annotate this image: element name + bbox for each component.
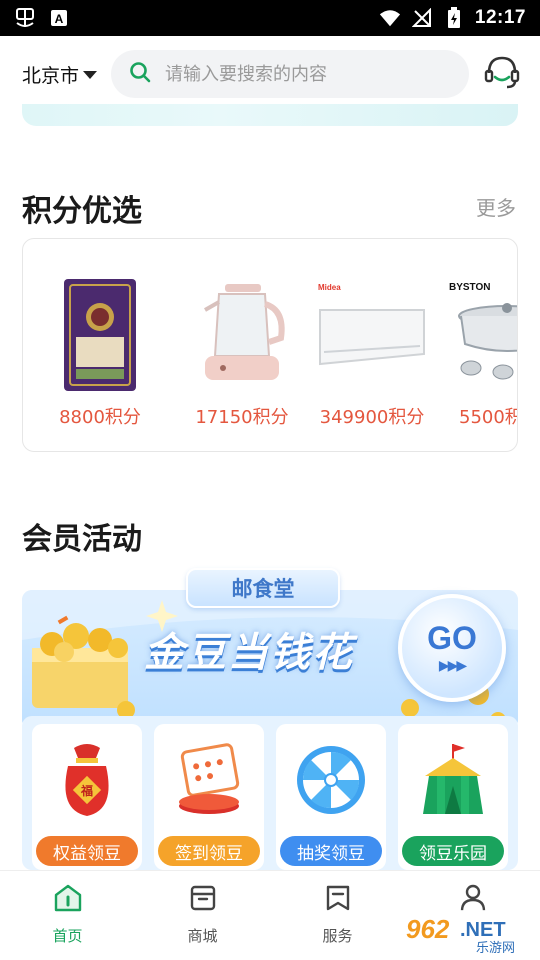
- product-price: 17150积分: [195, 407, 289, 428]
- activity-grid: 福 权益领豆 签到领豆 抽奖领豆 领豆乐园: [22, 716, 518, 870]
- activity-card-benefit-beans[interactable]: 福 权益领豆: [32, 724, 142, 870]
- search-bar[interactable]: [111, 50, 470, 98]
- bookmark-service-icon: [323, 883, 353, 917]
- city-label: 北京市: [22, 64, 80, 87]
- points-product-carousel[interactable]: 8800积分 17150积分 Midea 349900积分 BYSTON 550…: [22, 238, 518, 452]
- watermark-net: .NET: [460, 919, 506, 941]
- prize-wheel-icon: [291, 740, 371, 820]
- activity-card-checkin-beans[interactable]: 签到领豆: [154, 724, 264, 870]
- go-label: GO: [427, 620, 477, 656]
- product-card-kettle[interactable]: 17150积分: [177, 239, 307, 451]
- caret-down-icon: [83, 71, 98, 79]
- calendar-checkin-icon: [169, 740, 249, 820]
- product-price: 8800积分: [59, 407, 141, 428]
- search-input[interactable]: [165, 63, 452, 85]
- tent-icon: [413, 740, 493, 820]
- nav-service[interactable]: 服务: [270, 871, 405, 960]
- status-bar: A 12:17: [0, 0, 540, 36]
- font-a-icon: A: [48, 7, 70, 29]
- headset-icon: [483, 53, 521, 95]
- activity-section-title: 会员活动: [22, 522, 142, 557]
- top-header: 北京市: [0, 36, 540, 112]
- activity-pill: 签到领豆: [158, 836, 260, 866]
- customer-service-button[interactable]: [482, 54, 522, 94]
- search-icon: [129, 61, 151, 87]
- app-notification-icon: [14, 7, 36, 29]
- product-price: 5500积分: [459, 407, 517, 428]
- svg-text:A: A: [55, 12, 64, 26]
- rice-bag-image: [50, 273, 150, 397]
- go-button[interactable]: GO ▶▶▶: [398, 594, 506, 702]
- triple-arrow-icon: ▶▶▶: [438, 658, 467, 674]
- nav-label: 首页: [52, 927, 83, 945]
- wifi-icon: [379, 7, 401, 29]
- product-card-rice[interactable]: 8800积分: [23, 239, 177, 451]
- product-card-air-conditioner[interactable]: Midea 349900积分: [307, 239, 437, 451]
- site-watermark-logo: 962 .NET 乐游网: [402, 908, 536, 956]
- activity-card-lottery-beans[interactable]: 抽奖领豆: [276, 724, 386, 870]
- battery-charging-icon: [443, 7, 465, 29]
- product-price: 349900积分: [319, 407, 425, 428]
- watermark-sub: 乐游网: [476, 941, 515, 956]
- no-signal-icon: [411, 7, 433, 29]
- activity-pill: 权益领豆: [36, 836, 138, 866]
- banner-headline: 金豆当钱花: [144, 630, 354, 676]
- nav-home[interactable]: 首页: [0, 871, 135, 960]
- watermark-digits: 962: [406, 914, 450, 944]
- clock-time: 12:17: [474, 7, 526, 28]
- top-banner-edge[interactable]: [22, 104, 518, 126]
- nav-label: 服务: [322, 927, 353, 945]
- mall-box-icon: [188, 883, 218, 917]
- brand-logo-midea: Midea: [318, 283, 341, 292]
- product-card-steamer[interactable]: BYSTON 5500积分: [437, 239, 517, 451]
- air-conditioner-image: Midea: [314, 273, 430, 397]
- brand-logo-byston: BYSTON: [449, 282, 491, 293]
- lucky-bag-icon: 福: [47, 740, 127, 820]
- activity-card-bean-park[interactable]: 领豆乐园: [398, 724, 508, 870]
- nav-label: 商城: [187, 927, 218, 945]
- banner-tab-label: 邮食堂: [186, 568, 340, 608]
- home-icon: [53, 883, 83, 917]
- nav-mall[interactable]: 商城: [135, 871, 270, 960]
- activity-pill: 抽奖领豆: [280, 836, 382, 866]
- member-activity-block: 金豆当钱花 邮食堂 GO ▶▶▶ 福 权益领豆 签到领豆 抽奖领豆 领豆乐园: [22, 568, 518, 870]
- more-link[interactable]: 更多: [476, 192, 516, 221]
- steamer-pot-image: BYSTON: [447, 273, 517, 397]
- svg-text:福: 福: [80, 783, 93, 798]
- kettle-image: [192, 273, 292, 397]
- activity-pill: 领豆乐园: [402, 836, 504, 866]
- points-section-title: 积分优选: [22, 194, 142, 229]
- city-selector[interactable]: 北京市: [22, 61, 98, 88]
